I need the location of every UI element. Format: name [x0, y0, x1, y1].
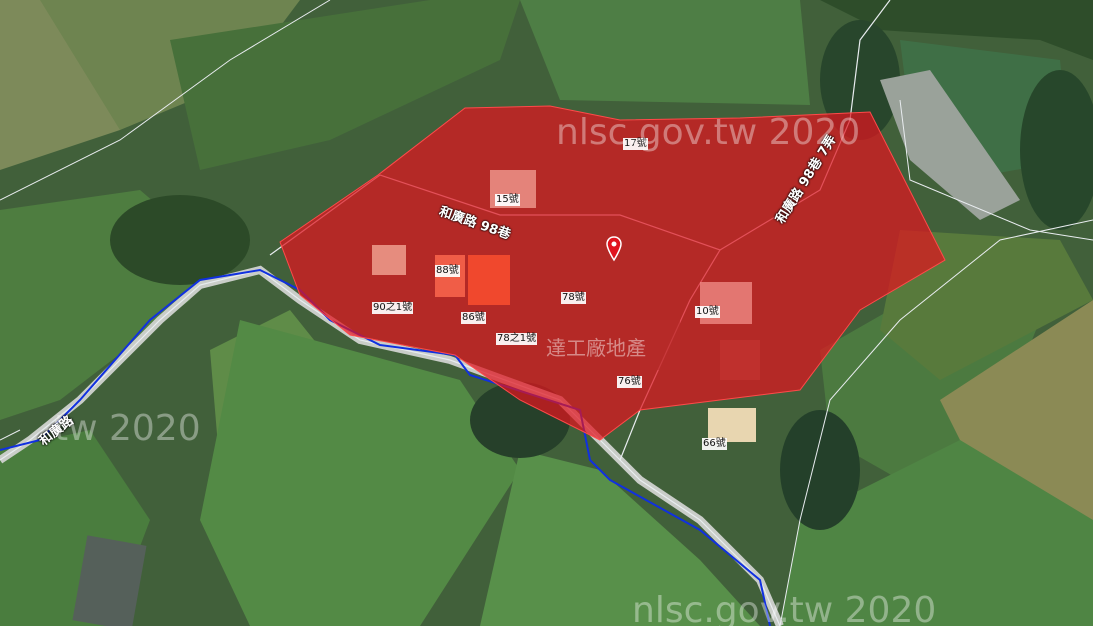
watermark-top: nlsc.gov.tw 2020 [556, 112, 861, 153]
satellite-basemap [0, 0, 1093, 626]
location-pin-icon[interactable] [605, 236, 623, 262]
address-label-no78: 78號 [561, 292, 586, 304]
watermark-left: tw 2020 [54, 408, 201, 449]
address-label-no15: 15號 [495, 194, 520, 206]
brand-watermark: 達工廠地產 [546, 336, 646, 360]
map-view[interactable]: 和廣路 98巷 和廣路 和廣路 98巷 7弄 17號 15號 88號 90之1號… [0, 0, 1093, 626]
address-label-no88: 88號 [435, 265, 460, 277]
address-label-no10: 10號 [695, 306, 720, 318]
address-label-no66: 66號 [702, 438, 727, 450]
address-label-no86: 86號 [461, 312, 486, 324]
watermark-bottom: nlsc.gov.tw 2020 [632, 590, 937, 626]
address-label-no78-1: 78之1號 [496, 333, 538, 345]
address-label-no76: 76號 [617, 376, 642, 388]
address-label-no90-1: 90之1號 [372, 302, 414, 314]
